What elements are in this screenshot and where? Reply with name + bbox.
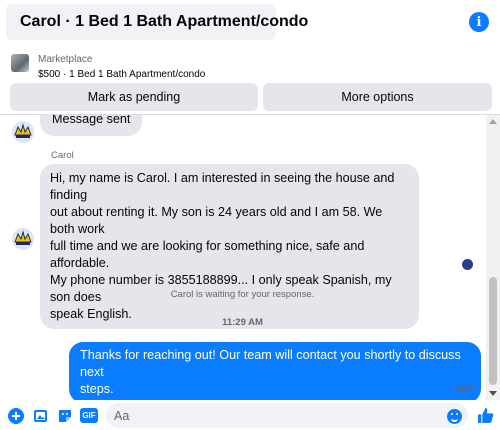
message-text: Message sent [52,115,131,126]
more-options-button[interactable]: More options [263,83,492,111]
conversation-title-button[interactable]: Carol · 1 Bed 1 Bath Apartment/condo [6,4,308,40]
message-line: out about renting it. My son is 24 years… [50,205,383,236]
message-status: Sent [455,383,475,394]
emoji-icon[interactable] [447,409,462,424]
message-timestamp: 11:29 AM [222,317,263,328]
conversation-title: Carol · 1 Bed 1 Bath Apartment/condo [20,13,309,30]
message-line: steps. [80,382,114,396]
incoming-message-bubble[interactable]: Hi, my name is Carol. I am interested in… [40,164,419,329]
marketplace-listing-thumbnail[interactable] [11,54,29,72]
message-line: Hi, my name is Carol. I am interested in… [50,171,395,202]
contact-avatar[interactable] [12,228,34,250]
marketplace-listing-link[interactable]: $500 · 1 Bed 1 Bath Apartment/condo [38,69,205,80]
mark-as-pending-button[interactable]: Mark as pending [10,83,258,111]
message-line: Thanks for reaching out! Our team will c… [80,348,461,379]
info-icon[interactable]: i [469,12,489,32]
marketplace-panel: Marketplace $500 · 1 Bed 1 Bath Apartmen… [0,44,500,114]
scroll-up-arrow-icon[interactable] [489,119,497,124]
message-bubble-partial[interactable]: Message sent [40,115,143,136]
sender-name: Carol [51,150,74,161]
message-line: full time and we are looking for somethi… [50,239,365,270]
outgoing-message-bubble[interactable]: Thanks for reaching out! Our team will c… [69,342,481,400]
scroll-down-arrow-icon[interactable] [489,391,497,396]
photo-icon[interactable] [33,408,49,424]
read-receipt-avatar [462,259,473,270]
message-input[interactable] [114,407,434,424]
marketplace-label: Marketplace [38,54,93,65]
message-thread[interactable]: Message sent Carol Hi, my name is Carol.… [0,115,500,400]
gif-icon[interactable]: GIF [80,408,98,423]
conversation-header: Carol · 1 Bed 1 Bath Apartment/condo i [0,0,500,44]
waiting-notice: Carol is waiting for your response. [170,289,315,300]
sticker-icon[interactable] [57,408,73,424]
scrollbar-thumb[interactable] [489,277,497,385]
chat-scrollbar[interactable] [486,115,500,400]
thumbs-up-icon[interactable] [477,407,494,424]
plus-icon[interactable] [8,408,24,424]
message-input-container[interactable] [106,403,468,428]
contact-avatar[interactable] [12,121,34,143]
